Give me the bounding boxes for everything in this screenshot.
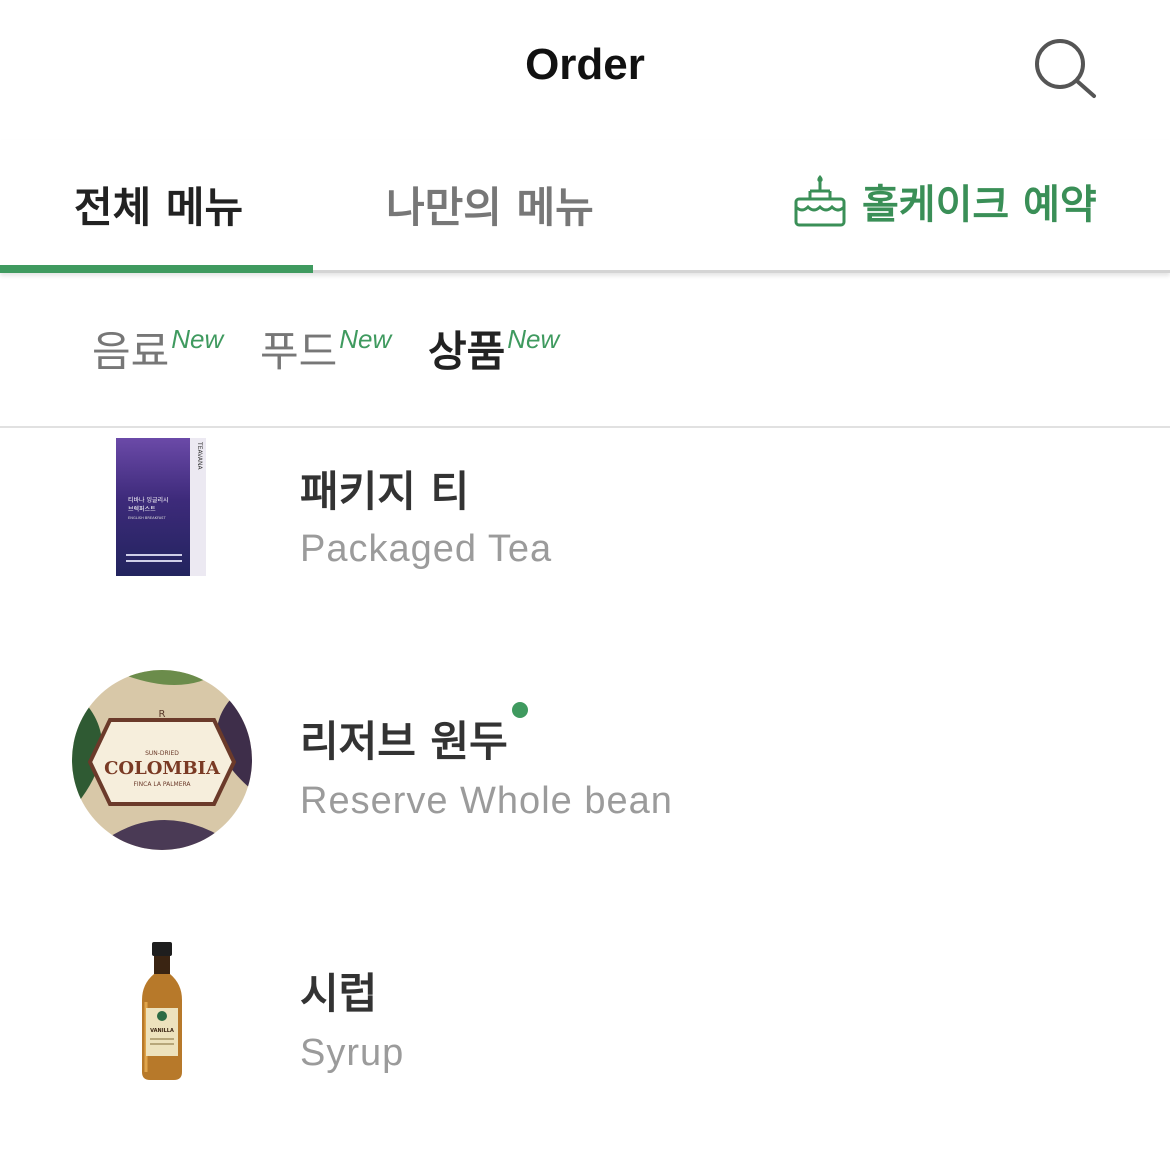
- active-tab-indicator: [0, 265, 313, 273]
- tab-whole-cake-reservation[interactable]: 홀케이크 예약: [792, 172, 1097, 230]
- thumb-mark: R: [159, 709, 166, 720]
- subtab-label: 푸드: [260, 327, 338, 376]
- reserve-bean-image: R SUN-DRIED COLOMBIA FINCA LA PALMERA: [72, 670, 252, 850]
- page-title: Order: [525, 40, 645, 89]
- cake-icon: [794, 175, 846, 227]
- subtab-food[interactable]: 푸드 New: [260, 318, 391, 379]
- thumb-brand: TEAVANA: [196, 441, 203, 470]
- thumb-main: COLOMBIA: [104, 758, 221, 779]
- subtab-beverage[interactable]: 음료 New: [92, 318, 223, 379]
- item-name-ko: 시럽: [300, 969, 378, 1018]
- list-item-reserve-whole-bean[interactable]: R SUN-DRIED COLOMBIA FINCA LA PALMERA 리저…: [0, 668, 1170, 878]
- subtab-label: 상품: [428, 327, 506, 376]
- thumb-bottom: FINCA LA PALMERA: [133, 781, 191, 788]
- new-badge: New: [339, 324, 392, 354]
- subtab-label: 음료: [92, 327, 170, 376]
- thumb-top: SUN-DRIED: [145, 750, 179, 757]
- packaged-tea-image: TEAVANA 티바나 잉글리시 브렉퍼스트 ENGLISH BREAKFAST: [116, 438, 206, 576]
- item-name-ko-wrap: 리저브 원두: [300, 702, 528, 769]
- list-item-packaged-tea[interactable]: TEAVANA 티바나 잉글리시 브렉퍼스트 ENGLISH BREAKFAST…: [0, 428, 1170, 638]
- item-name-ko: 리저브 원두: [300, 717, 508, 766]
- list-item-syrup[interactable]: VANILLA 시럽 Syrup: [0, 928, 1170, 1138]
- category-subtabs: 음료 New 푸드 New 상품 New: [0, 296, 1170, 428]
- tab-my-menu[interactable]: 나만의 메뉴: [386, 174, 594, 235]
- new-badge: New: [171, 324, 224, 354]
- new-indicator-dot: [511, 702, 528, 718]
- thumb-line1: 티바나 잉글리시: [128, 496, 169, 504]
- search-button[interactable]: [1030, 36, 1100, 102]
- menu-tabs: 전체 메뉴 나만의 메뉴 홀케이크 예약: [0, 140, 1170, 273]
- syrup-bottle-image: VANILLA: [142, 942, 182, 1080]
- item-name-en: Packaged Tea: [300, 528, 553, 570]
- tab-label-cake: 홀케이크 예약: [862, 182, 1097, 228]
- app-header: Order: [0, 0, 1170, 140]
- tab-all-menu[interactable]: 전체 메뉴: [74, 174, 243, 235]
- thumb-line2: 브렉퍼스트: [128, 505, 156, 513]
- thumb-line3: ENGLISH BREAKFAST: [128, 516, 166, 520]
- item-name-en: Syrup: [300, 1032, 405, 1074]
- item-name-ko: 패키지 티: [300, 467, 470, 516]
- new-badge: New: [507, 324, 560, 354]
- thumb-label: VANILLA: [150, 1028, 174, 1034]
- subtab-goods[interactable]: 상품 New: [428, 318, 559, 379]
- search-icon: [1035, 39, 1096, 98]
- item-name-en: Reserve Whole bean: [300, 780, 673, 822]
